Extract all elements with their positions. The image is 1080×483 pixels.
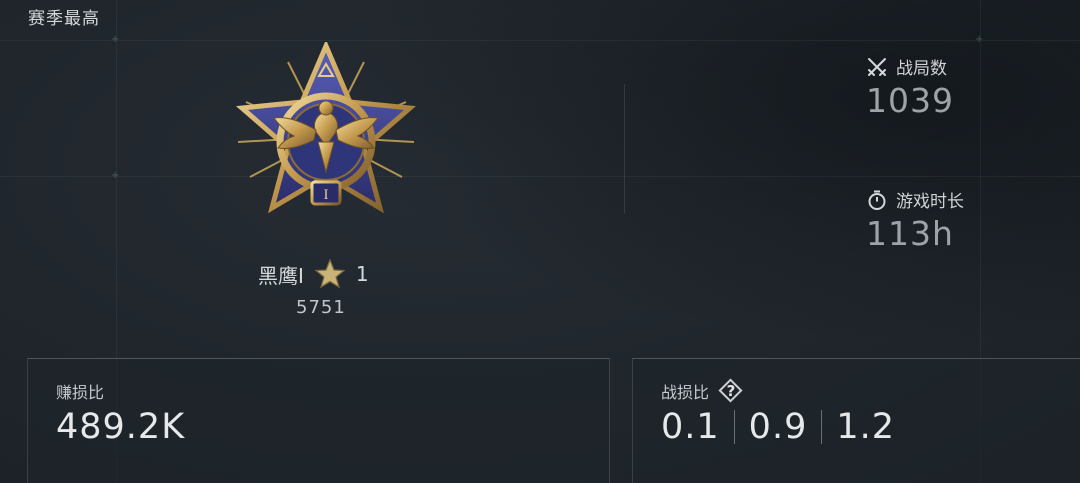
profit-ratio-card: 赚损比 489.2K: [27, 358, 610, 483]
crossed-swords-icon: [868, 57, 886, 76]
kd-ratio-card: 战损比 ? 0.1 0.9 1.2: [632, 358, 1080, 483]
grid-line: [0, 40, 1080, 41]
matches-value: 1039: [866, 81, 954, 120]
value-separator: [733, 410, 735, 444]
grid-line: [0, 176, 1080, 177]
profit-ratio-label: 赚损比: [56, 383, 105, 402]
crosshair-icon: +: [975, 34, 984, 45]
black-eagle-rank-medal-icon: I: [235, 42, 417, 214]
playtime-value: 113h: [866, 214, 954, 253]
kd-ratio-label: 战损比: [661, 383, 710, 402]
section-title: 赛季最高: [28, 9, 100, 29]
kd-value: 0.1: [661, 407, 720, 447]
kd-value: 0.9: [748, 407, 808, 447]
question-diamond-icon[interactable]: ?: [719, 379, 743, 403]
kd-ratio-values: 0.1 0.9 1.2: [661, 407, 895, 447]
crosshair-icon: +: [111, 170, 120, 181]
rank-name: 黑鹰I: [258, 263, 304, 288]
rank-info: 黑鹰I 1: [258, 258, 369, 290]
value-separator: [821, 410, 823, 444]
playtime-label: 游戏时长: [896, 192, 964, 212]
star-icon: [314, 258, 346, 289]
svg-text:I: I: [324, 187, 329, 203]
season-best-panel: + + + 赛季最高 I 黑鹰I 1 5751 战局数 1039 游戏时长 11…: [0, 0, 1080, 483]
matches-label: 战局数: [896, 59, 947, 79]
profit-ratio-value: 489.2K: [56, 407, 186, 447]
cut-off-row: [56, 475, 136, 483]
stopwatch-icon: [868, 190, 886, 210]
matches-stat: 战局数 1039: [866, 54, 954, 120]
crosshair-icon: +: [111, 34, 120, 45]
kd-value: 1.2: [836, 407, 896, 447]
playtime-stat: 游戏时长 113h: [866, 187, 964, 253]
rank-points: 5751: [296, 297, 346, 318]
rank-star-count: 1: [355, 262, 369, 286]
divider: [624, 84, 625, 214]
